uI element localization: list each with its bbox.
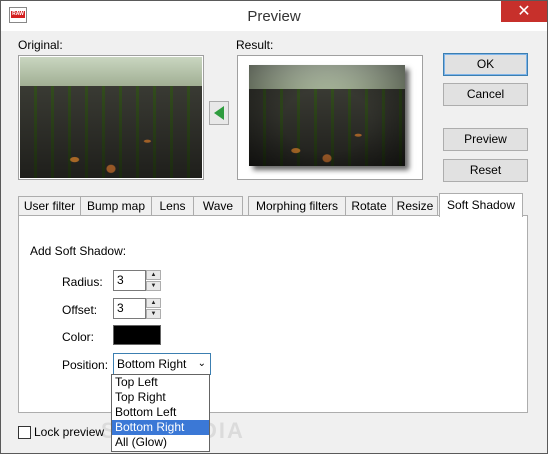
shadow-color-swatch[interactable]	[113, 325, 161, 345]
lock-preview-checkbox[interactable]	[18, 426, 31, 439]
soft-shadow-heading: Add Soft Shadow:	[30, 244, 127, 258]
window-title: Preview	[247, 8, 301, 25]
radius-up-icon[interactable]: ▲	[146, 270, 161, 280]
tab-wave[interactable]: Wave	[193, 196, 243, 216]
radius-label: Radius:	[62, 275, 103, 289]
radius-input[interactable]: 3	[113, 270, 146, 291]
lock-preview-label[interactable]: Lock preview	[34, 425, 104, 439]
green-left-arrow-icon	[214, 106, 224, 120]
original-image	[20, 57, 202, 178]
position-option-bottom-left[interactable]: Bottom Left	[112, 405, 209, 420]
position-dropdown-list: Top Left Top Right Bottom Left Bottom Ri…	[111, 374, 210, 452]
position-option-bottom-right[interactable]: Bottom Right	[112, 420, 209, 435]
position-select[interactable]: Bottom Right ⌄	[113, 353, 211, 375]
soft-shadow-panel: Add Soft Shadow: Radius: 3 ▲ ▼ Offset: 3…	[18, 215, 528, 413]
radius-down-icon[interactable]: ▼	[146, 281, 161, 291]
copy-result-button[interactable]	[209, 101, 229, 125]
tab-bump-map[interactable]: Bump map	[80, 196, 152, 216]
color-label: Color:	[62, 330, 95, 344]
chevron-down-icon: ⌄	[197, 358, 206, 369]
result-image-frame	[237, 55, 423, 180]
result-label: Result:	[236, 38, 274, 52]
offset-down-icon[interactable]: ▼	[146, 309, 161, 319]
tab-soft-shadow[interactable]: Soft Shadow	[439, 193, 523, 217]
position-select-value: Bottom Right	[117, 357, 187, 371]
tab-morphing-filters[interactable]: Morphing filters	[248, 196, 346, 216]
tab-user-filter[interactable]: User filter	[18, 196, 81, 216]
tab-rotate[interactable]: Rotate	[345, 196, 393, 216]
offset-up-icon[interactable]: ▲	[146, 298, 161, 308]
result-image	[249, 65, 405, 166]
close-button[interactable]: ✕	[501, 1, 547, 22]
radius-spinner[interactable]: ▲ ▼	[146, 270, 161, 291]
offset-spinner[interactable]: ▲ ▼	[146, 298, 161, 319]
original-image-frame	[18, 55, 204, 180]
position-option-top-right[interactable]: Top Right	[112, 390, 209, 405]
position-label: Position:	[62, 358, 109, 372]
original-label: Original:	[18, 38, 63, 52]
preview-button[interactable]: Preview	[443, 128, 528, 151]
cancel-button[interactable]: Cancel	[443, 83, 528, 106]
title-bar[interactable]: RAW Preview ✕	[1, 1, 547, 31]
dialog-body: Original: Result: OK Cancel Preview Rese…	[1, 31, 547, 453]
offset-label: Offset:	[62, 303, 98, 317]
position-option-top-left[interactable]: Top Left	[112, 375, 209, 390]
reset-button[interactable]: Reset	[443, 159, 528, 182]
preview-window: RAW Preview ✕ Original: Result: OK Cance…	[0, 0, 548, 454]
tab-resize[interactable]: Resize	[392, 196, 438, 216]
position-option-all-glow[interactable]: All (Glow)	[112, 435, 209, 450]
tab-lens[interactable]: Lens	[151, 196, 194, 216]
offset-input[interactable]: 3	[113, 298, 146, 319]
ok-button[interactable]: OK	[443, 53, 528, 76]
